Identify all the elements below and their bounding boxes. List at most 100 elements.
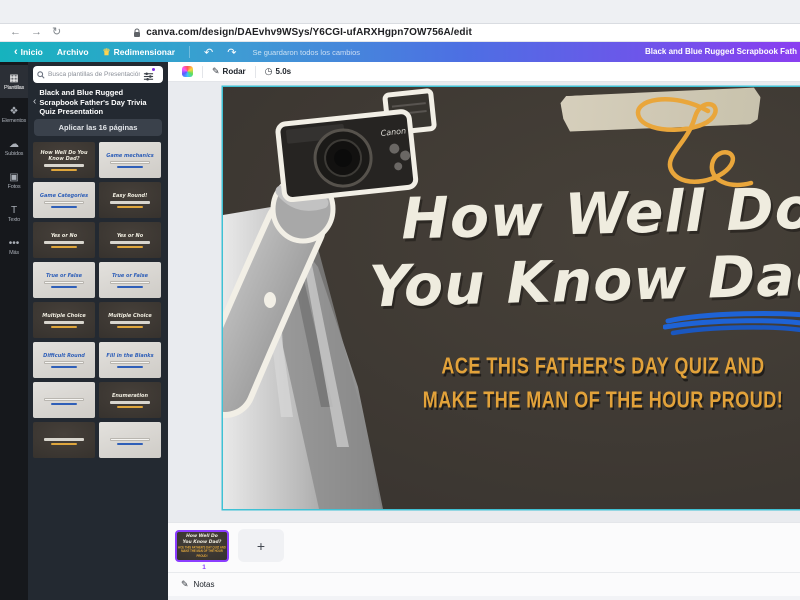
- save-status: Se guardaron todos los cambios: [252, 48, 360, 57]
- design-title[interactable]: Black and Blue Rugged Scrapbook Father's…: [645, 42, 797, 62]
- template-thumbnail[interactable]: True or False: [33, 262, 95, 298]
- search-icon: [37, 71, 45, 79]
- home-button[interactable]: ‹ Inicio: [14, 46, 43, 58]
- sidebar-rail-item[interactable]: ☁ Subidos: [0, 131, 28, 164]
- filter-icon[interactable]: [143, 69, 154, 80]
- canva-editor-window: ← → ↻ canva.com/design/DAEvhv9WSys/Y6CGI…: [0, 0, 800, 600]
- duration-button[interactable]: ◷ 5.0s: [265, 66, 291, 77]
- background-color-swatch[interactable]: [182, 66, 193, 77]
- templates-icon: ▦: [9, 73, 18, 84]
- toolbar-divider: [255, 66, 256, 78]
- search-input[interactable]: [48, 71, 140, 78]
- template-thumbnail[interactable]: Difficult Round: [33, 342, 95, 378]
- thumbnail-accent-bar: [117, 286, 144, 288]
- filter-badge: [151, 67, 156, 72]
- thumbnail-accent-bar: [117, 443, 144, 445]
- thumbnail-accent-bar: [117, 246, 144, 248]
- page-1-thumbnail[interactable]: How Well Do You Know Dad? ACE THIS FATHE…: [175, 530, 229, 562]
- resize-button[interactable]: ♛ Redimensionar: [103, 47, 175, 58]
- thumbnail-text-bar: [110, 361, 151, 364]
- browser-tab-strip: [0, 0, 800, 24]
- slide-title-text[interactable]: How Well Do You Know Dad?: [356, 170, 800, 321]
- thumbnail-accent-bar: [51, 443, 78, 445]
- thumbnail-text-bar: [110, 241, 151, 244]
- sidebar-rail-item[interactable]: ••• Más: [0, 230, 28, 263]
- back-arrow-icon[interactable]: ←: [10, 27, 21, 38]
- thumbnail-accent-bar: [51, 403, 78, 405]
- file-menu[interactable]: Archivo: [57, 47, 89, 57]
- thumbnail-accent-bar: [51, 326, 78, 328]
- slide-page-1[interactable]: Canon How Well Do You Know Dad? ACE THIS…: [223, 87, 800, 509]
- thumbnail-accent-bar: [51, 206, 78, 208]
- sidebar-rail-item[interactable]: ▦ Plantillas: [0, 65, 28, 98]
- templates-panel: ‹ Black and Blue Rugged Scrapbook Father…: [28, 62, 168, 600]
- notes-bar[interactable]: ✎ Notas: [168, 572, 800, 596]
- reload-icon[interactable]: ↻: [52, 27, 61, 38]
- chevron-left-icon: ‹: [14, 46, 18, 58]
- timer-icon: ◷: [265, 66, 273, 77]
- sidebar-rail-item[interactable]: ▣ Fotos: [0, 164, 28, 197]
- browser-url-bar: ← → ↻ canva.com/design/DAEvhv9WSys/Y6CGI…: [0, 24, 800, 42]
- thumbnail-text-bar: [44, 241, 85, 244]
- slide-subtitle-text[interactable]: ACE THIS FATHER'S DAY QUIZ AND MAKE THE …: [393, 349, 800, 417]
- template-thumbnail[interactable]: Yes or No: [33, 222, 95, 258]
- thumbnail-text-bar: [110, 161, 151, 164]
- chevron-back-icon[interactable]: ‹: [33, 96, 36, 117]
- toolbar-divider: [202, 66, 203, 78]
- thumbnail-text-bar: [110, 438, 151, 441]
- canva-header: ‹ Inicio Archivo ♛ Redimensionar ↶ ↷ Se …: [0, 42, 800, 62]
- add-page-button[interactable]: +: [238, 529, 284, 562]
- thumbnail-text-bar: [44, 281, 85, 284]
- apply-all-pages-button[interactable]: Aplicar las 16 páginas: [34, 119, 162, 136]
- template-title: Black and Blue Rugged Scrapbook Father's…: [39, 88, 163, 117]
- more-icon: •••: [9, 238, 20, 249]
- template-thumbnail[interactable]: [33, 422, 95, 458]
- sidebar-rail-item[interactable]: ❖ Elementos: [0, 98, 28, 131]
- thumbnail-text-bar: [110, 281, 151, 284]
- template-thumbnail[interactable]: Yes or No: [99, 222, 161, 258]
- thumbnail-accent-bar: [51, 286, 78, 288]
- notes-pencil-icon: ✎: [181, 579, 189, 590]
- template-thumbnail[interactable]: Fill in the Blanks: [99, 342, 161, 378]
- thumbnail-accent-bar: [117, 326, 144, 328]
- template-thumbnails-grid: How Well Do You Know Dad? Game mechanics…: [33, 142, 163, 458]
- search-box[interactable]: [33, 66, 163, 83]
- blue-scribble-underline[interactable]: [663, 309, 800, 339]
- undo-button[interactable]: ↶: [204, 46, 213, 59]
- thumbnail-text-bar: [110, 321, 151, 324]
- bottom-filler: [168, 596, 800, 600]
- page-filmstrip: How Well Do You Know Dad? ACE THIS FATHE…: [168, 522, 800, 572]
- sidebar-rail: ▦ Plantillas ❖ Elementos ☁ Subidos ▣ Fot…: [0, 62, 28, 600]
- thumbnail-accent-bar: [117, 206, 144, 208]
- thumbnail-text-bar: [44, 201, 85, 204]
- thumbnail-text-bar: [44, 164, 85, 167]
- template-thumbnail[interactable]: Enumeration: [99, 382, 161, 418]
- template-thumbnail[interactable]: True or False: [99, 262, 161, 298]
- lock-icon: [133, 28, 141, 38]
- text-icon: T: [11, 205, 17, 216]
- thumbnail-accent-bar: [51, 366, 78, 368]
- thumbnail-accent-bar: [51, 169, 78, 171]
- template-thumbnail[interactable]: [33, 382, 95, 418]
- template-thumbnail[interactable]: How Well Do You Know Dad?: [33, 142, 95, 178]
- template-thumbnail[interactable]: Multiple Choice: [33, 302, 95, 338]
- url-text[interactable]: canva.com/design/DAEvhv9WSys/Y6CGI-ufARX…: [146, 27, 472, 38]
- template-thumbnail[interactable]: Game mechanics: [99, 142, 161, 178]
- page-number-label: 1: [175, 564, 233, 571]
- thumbnail-accent-bar: [117, 166, 144, 168]
- elements-icon: ❖: [10, 106, 19, 117]
- forward-arrow-icon[interactable]: →: [31, 27, 42, 38]
- template-thumbnail[interactable]: Easy Round!: [99, 182, 161, 218]
- thumbnail-text-bar: [44, 321, 85, 324]
- template-thumbnail[interactable]: [99, 422, 161, 458]
- thumbnail-accent-bar: [117, 406, 144, 408]
- editor-canvas-area: ✎ Rodar ◷ 5.0s: [168, 62, 800, 600]
- thumbnail-accent-bar: [117, 366, 144, 368]
- sidebar-rail-item[interactable]: T Texto: [0, 197, 28, 230]
- redo-button[interactable]: ↷: [227, 46, 236, 59]
- template-thumbnail[interactable]: Multiple Choice: [99, 302, 161, 338]
- template-thumbnail[interactable]: Game Categories: [33, 182, 95, 218]
- thumbnail-text-bar: [44, 398, 85, 401]
- photos-icon: ▣: [9, 172, 18, 183]
- animate-button[interactable]: ✎ Rodar: [212, 66, 246, 77]
